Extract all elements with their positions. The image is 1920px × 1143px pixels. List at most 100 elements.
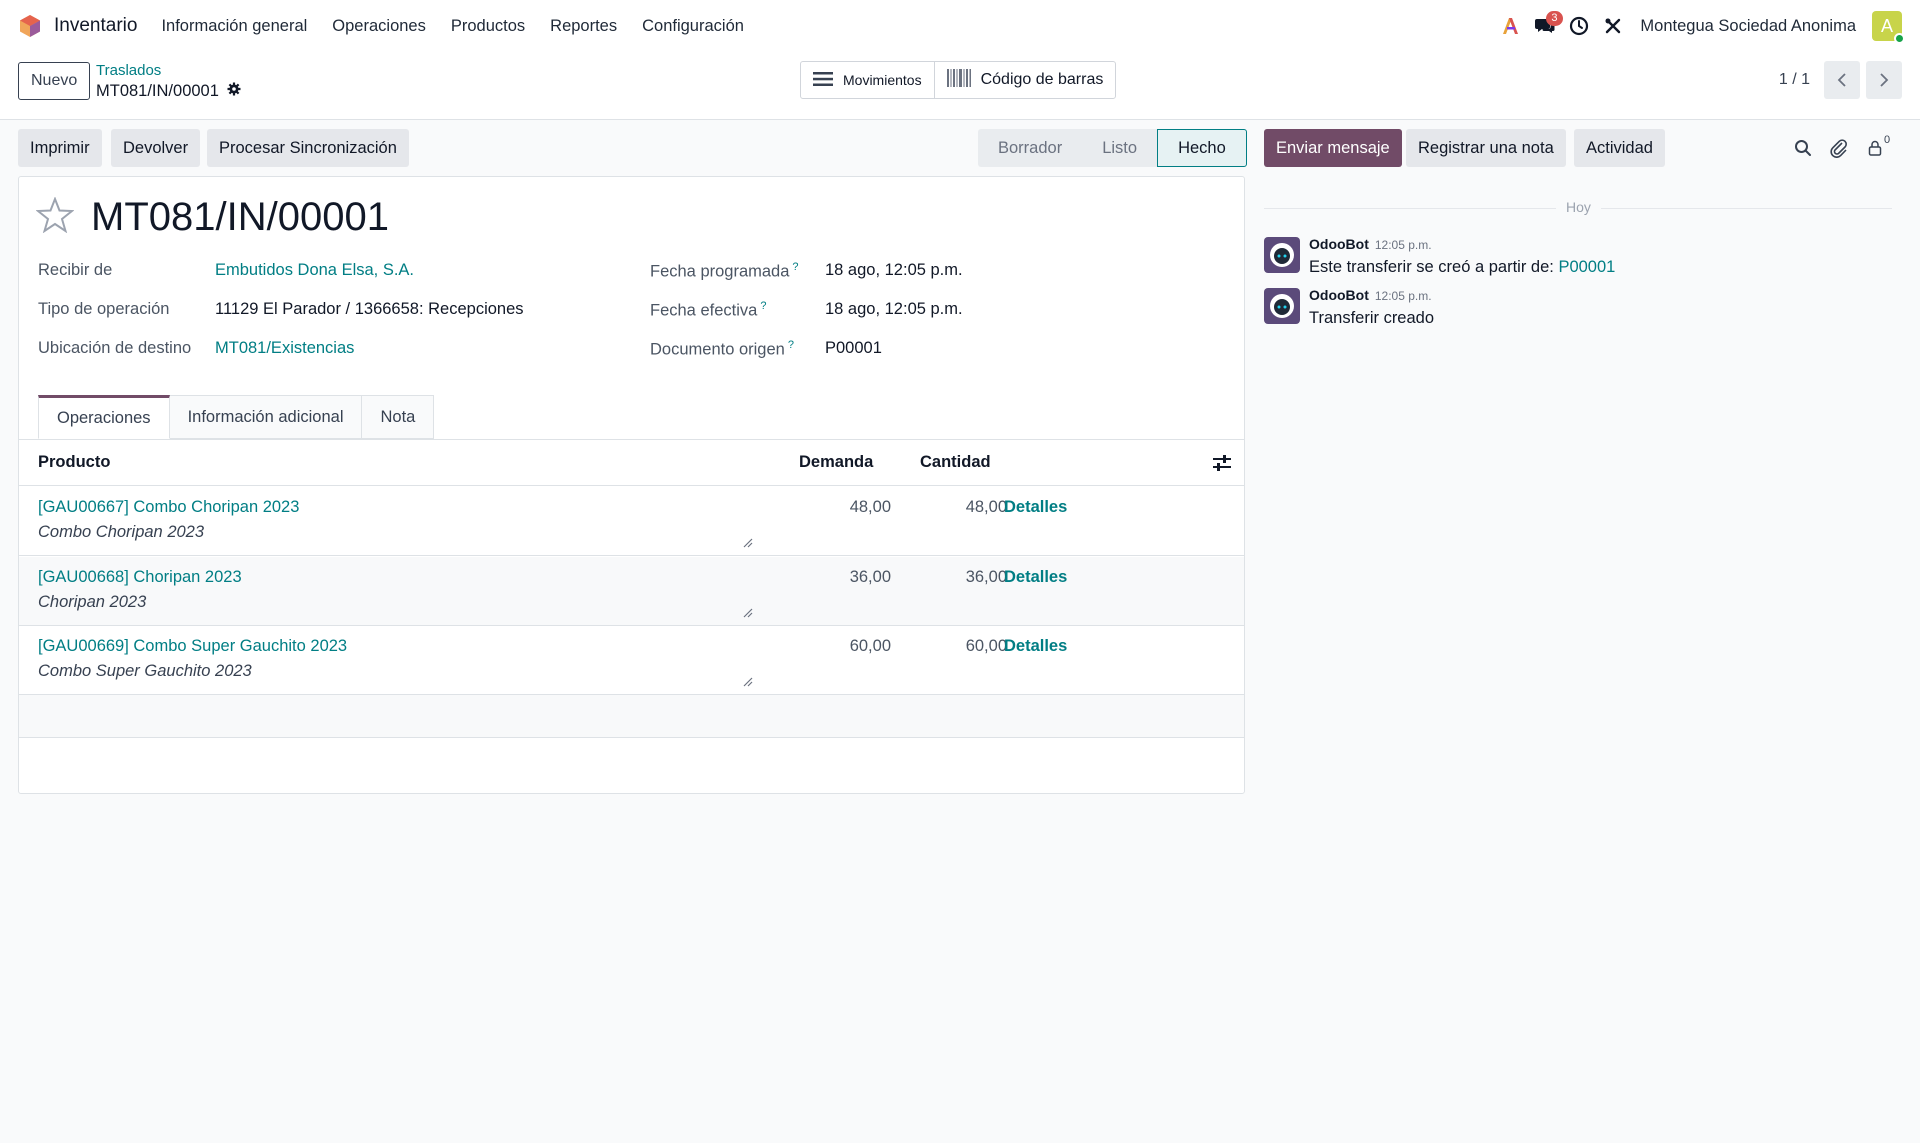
source-doc-label: Documento origen? [650, 339, 794, 360]
details-button[interactable]: Detalles [1004, 498, 1067, 517]
message-text: Transferir creado [1309, 309, 1435, 327]
resize-handle-icon[interactable] [743, 535, 753, 548]
debug-tools-icon[interactable] [1596, 9, 1630, 43]
menu-productos[interactable]: Productos [451, 17, 525, 36]
pager-value[interactable]: 1 / 1 [1779, 71, 1810, 89]
breadcrumb-current: MT081/IN/00001 [96, 80, 241, 102]
print-button[interactable]: Imprimir [18, 129, 102, 167]
online-status-dot [1894, 33, 1905, 44]
form-sheet: MT081/IN/00001 Recibir de Embutidos Dona… [18, 176, 1245, 794]
message-author-name: OdooBot [1309, 287, 1369, 303]
tab-operaciones[interactable]: Operaciones [38, 395, 170, 439]
ai-assistant-icon[interactable] [1494, 9, 1528, 43]
source-doc-value[interactable]: P00001 [825, 339, 882, 358]
resize-handle-icon[interactable] [743, 605, 753, 618]
log-note-button[interactable]: Registrar una nota [1406, 129, 1566, 167]
barcode-smart-button[interactable]: Código de barras [935, 62, 1116, 98]
scheduled-date-value[interactable]: 18 ago, 12:05 p.m. [825, 261, 963, 280]
receive-from-value[interactable]: Embutidos Dona Elsa, S.A. [215, 261, 414, 280]
navbar-systray: 3 Montegua Sociedad Anonima A [1494, 0, 1905, 52]
details-button[interactable]: Detalles [1004, 637, 1067, 656]
column-producto[interactable]: Producto [38, 453, 110, 472]
scheduled-date-label: Fecha programada? [650, 261, 799, 282]
menu-informacion-general[interactable]: Información general [161, 17, 307, 36]
message-text: Este transferir se creó a partir de: [1309, 258, 1559, 276]
gear-icon[interactable] [227, 80, 241, 102]
effective-date-label-text: Fecha efectiva [650, 301, 758, 320]
column-cantidad[interactable]: Cantidad [920, 453, 991, 472]
message-body: Este transferir se creó a partir de: P00… [1309, 258, 1615, 277]
product-link[interactable]: [GAU00668] Choripan 2023 [38, 568, 242, 587]
column-demanda[interactable]: Demanda [799, 453, 873, 472]
scheduled-date-label-text: Fecha programada [650, 262, 790, 281]
quantity-value[interactable]: 48,00 [917, 498, 1007, 517]
product-description[interactable]: Combo Super Gauchito 2023 [38, 662, 252, 681]
moves-smart-button[interactable]: Movimientos [801, 62, 935, 98]
activity-button[interactable]: Actividad [1574, 129, 1665, 167]
dest-location-value[interactable]: MT081/Existencias [215, 339, 354, 358]
pager-next-button[interactable] [1866, 61, 1902, 99]
status-draft[interactable]: Borrador [978, 129, 1083, 167]
new-button[interactable]: Nuevo [18, 62, 91, 100]
product-description[interactable]: Combo Choripan 2023 [38, 523, 204, 542]
help-icon[interactable]: ? [788, 339, 794, 351]
star-icon[interactable] [35, 196, 75, 238]
demand-value: 36,00 [849, 568, 891, 586]
quantity-value[interactable]: 60,00 [917, 637, 1007, 656]
operation-type-label: Tipo de operación [38, 300, 170, 318]
tab-nota[interactable]: Nota [362, 395, 435, 439]
table-row[interactable]: [GAU00668] Choripan 2023 Choripan 2023 3… [19, 557, 1244, 626]
paperclip-icon[interactable] [1827, 136, 1851, 160]
help-icon[interactable]: ? [792, 261, 798, 273]
product-description[interactable]: Choripan 2023 [38, 593, 146, 612]
breadcrumb-traslados-link[interactable]: Traslados [96, 62, 241, 80]
chevron-left-icon [1837, 73, 1846, 87]
breadcrumb-current-label: MT081/IN/00001 [96, 82, 219, 100]
demand-value: 60,00 [849, 637, 891, 655]
company-switcher[interactable]: Montegua Sociedad Anonima [1640, 17, 1856, 36]
barcode-icon [946, 68, 971, 92]
followers-count: 0 [1883, 134, 1891, 146]
help-icon[interactable]: ? [760, 300, 766, 312]
control-panel: Nuevo Traslados MT081/IN/00001 Movimient… [0, 52, 1920, 120]
date-divider-label: Hoy [1556, 199, 1601, 215]
messages-icon[interactable]: 3 [1528, 9, 1563, 43]
search-icon[interactable] [1791, 136, 1815, 160]
odoobot-avatar[interactable] [1264, 237, 1300, 273]
user-avatar[interactable]: A [1872, 11, 1905, 44]
tab-informacion-adicional[interactable]: Información adicional [169, 395, 363, 439]
breadcrumb: Traslados MT081/IN/00001 [96, 62, 241, 102]
barcode-label: Código de barras [980, 71, 1104, 88]
table-row[interactable]: [GAU00669] Combo Super Gauchito 2023 Com… [19, 626, 1244, 695]
details-button[interactable]: Detalles [1004, 568, 1067, 587]
odoobot-avatar[interactable] [1264, 288, 1300, 324]
top-navbar: Inventario Información general Operacion… [0, 0, 1920, 52]
product-link[interactable]: [GAU00667] Combo Choripan 2023 [38, 498, 299, 517]
receive-from-label: Recibir de [38, 261, 113, 279]
source-doc-label-text: Documento origen [650, 340, 785, 359]
pager-previous-button[interactable] [1824, 61, 1860, 99]
quantity-value[interactable]: 36,00 [917, 568, 1007, 587]
menu-operaciones[interactable]: Operaciones [332, 17, 426, 36]
process-sync-button[interactable]: Procesar Sincronización [207, 129, 409, 167]
table-row[interactable]: [GAU00667] Combo Choripan 2023 Combo Cho… [19, 487, 1244, 556]
optional-columns-icon[interactable] [1213, 455, 1231, 476]
menu-configuracion[interactable]: Configuración [642, 17, 744, 36]
message-source-link[interactable]: P00001 [1558, 258, 1615, 276]
return-button[interactable]: Devolver [111, 129, 201, 167]
app-logo-icon[interactable] [18, 14, 42, 38]
demand-value: 48,00 [849, 498, 891, 516]
status-done[interactable]: Hecho [1157, 129, 1247, 167]
status-bar: Borrador Listo Hecho [978, 129, 1247, 167]
operation-type-value[interactable]: 11129 El Parador / 1366658: Recepciones [215, 300, 524, 319]
followers-lock-icon[interactable]: 0 [1864, 134, 1894, 160]
product-link[interactable]: [GAU00669] Combo Super Gauchito 2023 [38, 637, 347, 656]
resize-handle-icon[interactable] [743, 674, 753, 687]
menu-reportes[interactable]: Reportes [550, 17, 617, 36]
empty-row [19, 695, 1244, 738]
smart-buttons: Movimientos Código de barras [800, 61, 1117, 99]
app-name[interactable]: Inventario [54, 15, 137, 37]
activity-clock-icon[interactable] [1562, 9, 1596, 43]
send-message-button[interactable]: Enviar mensaje [1264, 129, 1402, 167]
status-ready[interactable]: Listo [1082, 129, 1158, 167]
